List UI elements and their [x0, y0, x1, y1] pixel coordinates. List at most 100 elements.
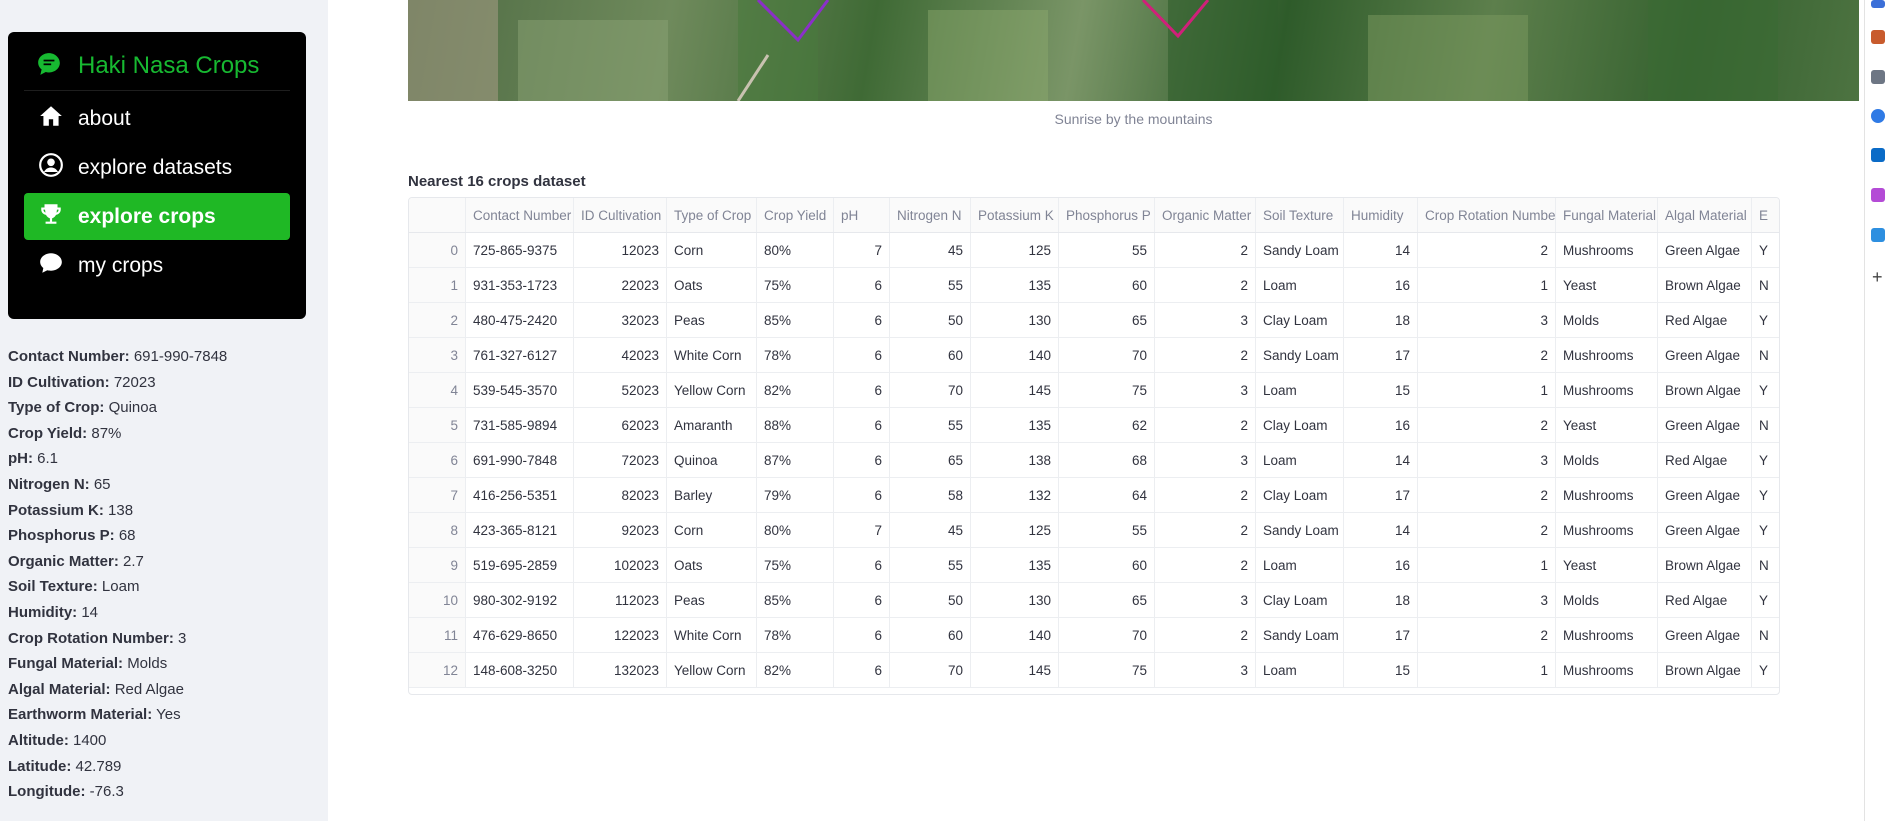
table-cell: Mushrooms	[1555, 617, 1658, 653]
table-cell: Clay Loam	[1255, 407, 1344, 443]
column-header[interactable]: Organic Matter	[1154, 198, 1256, 233]
detail-key: Fungal Material:	[8, 655, 124, 673]
column-header[interactable]: Crop Yield	[756, 198, 834, 233]
table-cell: 87%	[756, 442, 834, 478]
table-row[interactable]: 2 480-475-2420 32023 Peas 85% 6 50 130 65 3 Clay L…	[409, 302, 1779, 338]
table-cell: White Corn	[666, 617, 757, 653]
table-cell: 68	[1058, 442, 1155, 478]
table-cell: Yeast	[1555, 547, 1658, 583]
table-cell: 476-629-8650	[465, 617, 574, 653]
table-cell: 2	[1417, 337, 1556, 373]
extension-icon[interactable]	[1871, 0, 1885, 8]
table-cell: 22023	[573, 267, 667, 303]
column-header[interactable]: Humidity	[1343, 198, 1418, 233]
table-cell: 65	[889, 442, 971, 478]
detail-value: Loam	[101, 578, 140, 596]
detail-key: Latitude:	[8, 757, 72, 775]
column-header[interactable]: Soil Texture	[1255, 198, 1344, 233]
table-cell: N	[1751, 617, 1779, 653]
table-row[interactable]: 6 691-990-7848 72023 Quinoa 87% 6 65 138 68 3 Loam…	[409, 442, 1779, 478]
table-cell: 17	[1343, 477, 1418, 513]
column-header[interactable]: Nitrogen N	[889, 198, 971, 233]
table-cell: 931-353-1723	[465, 267, 574, 303]
table-cell: 135	[970, 267, 1059, 303]
table-cell: 6	[833, 407, 890, 443]
selected-crop-details: Contact Number: 691-990-7848 ID Cultivati…	[8, 344, 227, 805]
table-cell: 12023	[573, 232, 667, 268]
send-icon[interactable]	[1871, 228, 1885, 242]
table-cell: 17	[1343, 337, 1418, 373]
table-cell: 18	[1343, 582, 1418, 618]
table-cell: Yellow Corn	[666, 652, 757, 688]
column-header[interactable]: Type of Crop	[666, 198, 757, 233]
table-row[interactable]: 5 731-585-9894 62023 Amaranth 88% 6 55 135 62 2 Cl…	[409, 407, 1779, 443]
column-header[interactable]	[409, 198, 466, 233]
table-cell: Oats	[666, 547, 757, 583]
table-cell: N	[1751, 547, 1779, 583]
table-row[interactable]: 1 931-353-1723 22023 Oats 75% 6 55 135 60 2 Loam 16…	[409, 267, 1779, 303]
profile-icon[interactable]	[1871, 70, 1885, 84]
table-cell: 14	[1343, 232, 1418, 268]
table-row[interactable]: 8 423-365-8121 92023 Corn 80% 7 45 125 55 2 Sandy …	[409, 512, 1779, 548]
table-row[interactable]: 11 476-629-8650 122023 White Corn 78% 6 60 140 7…	[409, 617, 1779, 653]
table-cell: 980-302-9192	[465, 582, 574, 618]
menu-item-explore-crops[interactable]: explore crops	[24, 193, 290, 240]
table-cell: 138	[970, 442, 1059, 478]
table-row[interactable]: 4 539-545-3570 52023 Yellow Corn 82% 6 70 145 75…	[409, 372, 1779, 408]
column-header[interactable]: ID Cultivation	[573, 198, 667, 233]
table-row[interactable]: 3 761-327-6127 42023 White Corn 78% 6 60 140 70 2…	[409, 337, 1779, 373]
column-header[interactable]: Contact Number	[465, 198, 574, 233]
table-row[interactable]: 10 980-302-9192 112023 Peas 85% 6 50 130 65 3 Clay…	[409, 582, 1779, 618]
table-row[interactable]: 7 416-256-5351 82023 Barley 79% 6 58 132 64 2 Clay…	[409, 477, 1779, 513]
table-row[interactable]: 0 725-865-9375 12023 Corn 80% 7 45 125 55 2 Sandy …	[409, 232, 1779, 268]
table-cell: Y	[1751, 442, 1779, 478]
menu-item-label: about	[78, 106, 131, 130]
add-icon[interactable]: +	[1872, 268, 1883, 286]
person-circle-icon	[38, 152, 64, 183]
table-cell: Y	[1751, 232, 1779, 268]
table-cell: 6	[833, 477, 890, 513]
detail-value: 65	[93, 475, 111, 493]
table-cell: Y	[1751, 512, 1779, 548]
table-cell: Sandy Loam	[1255, 512, 1344, 548]
table-cell: Molds	[1555, 302, 1658, 338]
column-header[interactable]: E	[1751, 198, 1779, 233]
detail-key: ID Cultivation:	[8, 373, 110, 391]
table-cell: Quinoa	[666, 442, 757, 478]
outlook-icon[interactable]	[1871, 148, 1885, 162]
table-cell: 761-327-6127	[465, 337, 574, 373]
detail-row: Nitrogen N: 65	[8, 472, 227, 498]
app-brand-title: Haki Nasa Crops	[78, 52, 260, 79]
detail-value: Yes	[156, 706, 181, 724]
menu-item-about[interactable]: about	[24, 95, 290, 142]
image-creator-icon[interactable]	[1871, 188, 1885, 202]
image-caption: Sunrise by the mountains	[1054, 111, 1213, 127]
table-cell: 2	[1154, 477, 1256, 513]
table-cell: 15	[1343, 372, 1418, 408]
column-header[interactable]: Potassium K	[970, 198, 1059, 233]
column-header[interactable]: pH	[833, 198, 890, 233]
table-cell: Y	[1751, 582, 1779, 618]
column-header[interactable]: Crop Rotation Number	[1417, 198, 1556, 233]
table-row[interactable]: 12 148-608-3250 132023 Yellow Corn 82% 6 70 145…	[409, 652, 1779, 688]
table-cell: 15	[1343, 652, 1418, 688]
column-header[interactable]: Phosphorus P	[1058, 198, 1155, 233]
table-cell: Loam	[1255, 652, 1344, 688]
detail-value: 42.789	[75, 757, 122, 775]
detail-key: Nitrogen N:	[8, 475, 90, 493]
table-cell: 102023	[573, 547, 667, 583]
column-header[interactable]: Fungal Material	[1555, 198, 1658, 233]
menu-item-explore-datasets[interactable]: explore datasets	[24, 144, 290, 191]
table-cell: Mushrooms	[1555, 512, 1658, 548]
briefcase-icon[interactable]	[1871, 30, 1885, 44]
table-cell: White Corn	[666, 337, 757, 373]
table-cell: 423-365-8121	[465, 512, 574, 548]
column-header[interactable]: Algal Material	[1657, 198, 1752, 233]
detail-value: Quinoa	[108, 399, 157, 417]
menu-item-my-crops[interactable]: my crops	[24, 242, 290, 289]
crops-data-table[interactable]: Contact Number ID Cultivation Type of Crop…	[408, 197, 1780, 695]
table-row[interactable]: 9 519-695-2859 102023 Oats 75% 6 55 135 60 2 Loam 1…	[409, 547, 1779, 583]
copilot-icon[interactable]	[1871, 109, 1885, 123]
table-cell: Red Algae	[1657, 442, 1752, 478]
table-cell: 78%	[756, 337, 834, 373]
